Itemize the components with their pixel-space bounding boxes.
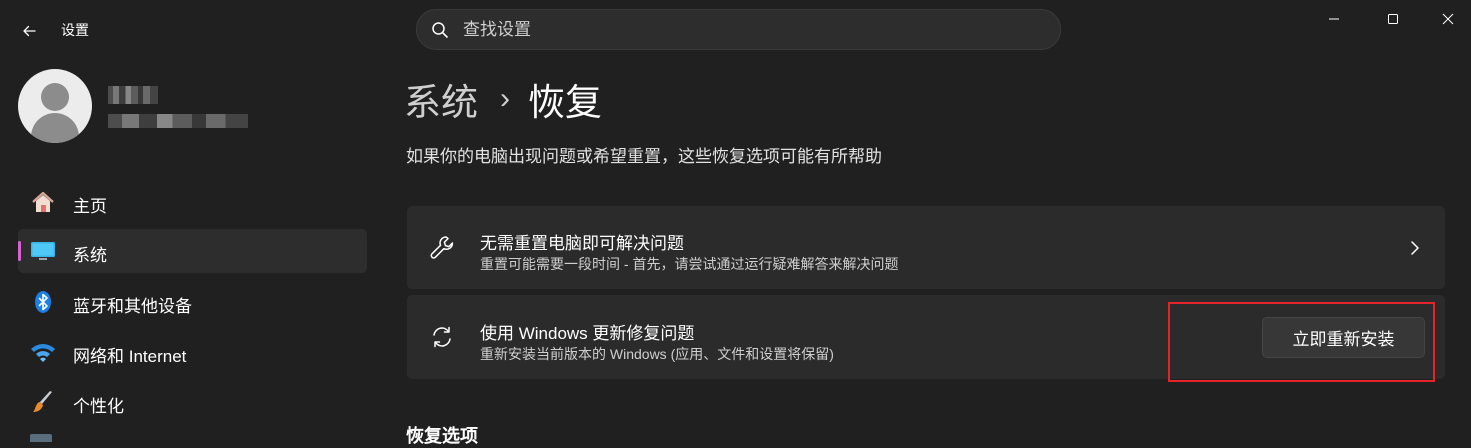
troubleshoot-card[interactable]: 无需重置电脑即可解决问题 重置可能需要一段时间 - 首先，请尝试通过运行疑难解答… <box>407 206 1445 289</box>
breadcrumb: 系统 › 恢复 <box>404 72 602 126</box>
search-input[interactable] <box>463 19 1023 40</box>
page-title: 恢复 <box>528 82 602 123</box>
monitor-icon <box>30 239 56 263</box>
sidebar-item-label: 网络和 Internet <box>73 347 187 366</box>
home-icon <box>30 190 56 214</box>
chevron-right-icon <box>1405 206 1425 289</box>
wrench-icon <box>427 206 457 289</box>
back-button[interactable] <box>14 16 44 46</box>
brush-icon <box>30 390 56 414</box>
sidebar-item-label: 个性化 <box>73 397 124 416</box>
minimize-button[interactable] <box>1311 4 1357 34</box>
close-button[interactable] <box>1425 4 1471 34</box>
user-email-redacted <box>108 114 248 128</box>
sidebar-next-item-icon-partial <box>30 434 52 442</box>
sidebar-item-network[interactable]: 网络和 Internet <box>18 330 367 374</box>
user-name-redacted <box>108 86 158 104</box>
bluetooth-icon <box>30 290 56 314</box>
sidebar-item-bluetooth[interactable]: 蓝牙和其他设备 <box>18 280 367 324</box>
card-title: 无需重置电脑即可解决问题 <box>480 234 684 253</box>
minimize-icon <box>1329 18 1339 20</box>
sidebar-item-label: 蓝牙和其他设备 <box>73 297 192 316</box>
back-arrow-icon <box>23 25 36 37</box>
active-indicator <box>18 241 21 261</box>
sidebar-item-label: 主页 <box>73 197 107 216</box>
sync-icon <box>427 295 457 379</box>
card-subtitle: 重置可能需要一段时间 - 首先，请尝试通过运行疑难解答来解决问题 <box>480 256 899 272</box>
search-box[interactable] <box>416 9 1061 50</box>
recovery-options-heading: 恢复选项 <box>406 426 478 446</box>
sidebar-item-home[interactable]: 主页 <box>18 180 367 224</box>
sidebar-item-label: 系统 <box>73 246 107 265</box>
search-icon <box>432 21 448 38</box>
maximize-icon <box>1388 14 1398 24</box>
sidebar-item-personalization[interactable]: 个性化 <box>18 380 367 424</box>
app-title: 设置 <box>61 22 89 38</box>
breadcrumb-separator: › <box>500 82 510 115</box>
breadcrumb-parent[interactable]: 系统 <box>404 72 478 126</box>
sidebar-item-system[interactable]: 系统 <box>18 229 367 273</box>
page-description: 如果你的电脑出现问题或希望重置，这些恢复选项可能有所帮助 <box>406 147 882 166</box>
reinstall-now-button[interactable]: 立即重新安装 <box>1262 317 1425 358</box>
maximize-button[interactable] <box>1370 4 1416 34</box>
user-avatar[interactable] <box>18 69 92 143</box>
wifi-icon <box>30 340 56 364</box>
close-icon <box>1442 13 1454 25</box>
card-title: 使用 Windows 更新修复问题 <box>480 324 695 343</box>
card-subtitle: 重新安装当前版本的 Windows (应用、文件和设置将保留) <box>480 346 834 362</box>
